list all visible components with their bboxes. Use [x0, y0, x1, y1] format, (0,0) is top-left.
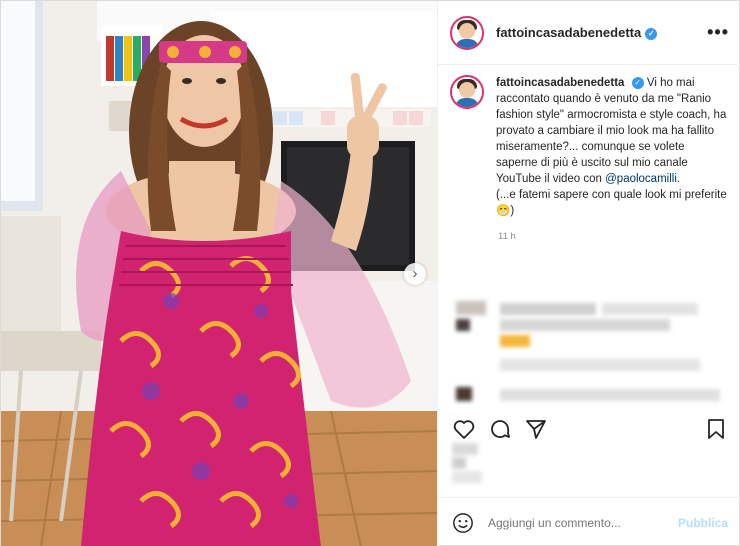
comments-area: fattoincasadabenedetta ✓ Vi ho mai racco… — [438, 75, 740, 401]
caption-question: (...e fatemi sapere con quale look mi pr… — [496, 189, 727, 217]
mention-link[interactable]: @paolocamilli — [605, 173, 677, 185]
caption: fattoincasadabenedetta ✓ Vi ho mai racco… — [450, 75, 728, 219]
blurred-likes — [438, 441, 740, 496]
header-username[interactable]: fattoincasadabenedetta ✓ — [496, 25, 658, 40]
heart-icon[interactable] — [452, 417, 476, 441]
post-image — [1, 1, 437, 546]
post-photo[interactable]: › — [1, 1, 437, 546]
next-photo-button[interactable]: › — [404, 263, 426, 285]
verified-badge-icon: ✓ — [645, 28, 658, 40]
instagram-post: › fattoincasadabenedetta ✓ ••• fattoincas… — [0, 0, 740, 546]
smiley-icon[interactable] — [452, 512, 474, 534]
caption-body-end: . — [676, 173, 681, 185]
bookmark-icon[interactable] — [704, 417, 728, 441]
post-header: fattoincasadabenedetta ✓ ••• — [438, 1, 740, 65]
username-text[interactable]: fattoincasadabenedetta — [496, 25, 641, 40]
caption-username[interactable]: fattoincasadabenedetta — [496, 77, 624, 89]
caption-avatar[interactable] — [450, 75, 484, 109]
more-options-icon[interactable]: ••• — [707, 22, 729, 43]
send-icon[interactable] — [524, 417, 548, 441]
add-comment-bar: Pubblica — [438, 497, 740, 546]
comment-input[interactable] — [488, 515, 678, 530]
caption-verified-icon: ✓ — [631, 77, 644, 89]
caption-body: Vi ho mai raccontato quando è venuto da … — [496, 77, 727, 185]
caption-text: fattoincasadabenedetta ✓ Vi ho mai racco… — [496, 75, 728, 219]
post-panel: fattoincasadabenedetta ✓ ••• fattoincasad… — [437, 1, 740, 546]
comment-icon[interactable] — [488, 417, 512, 441]
post-timestamp[interactable]: 11 h — [498, 231, 728, 242]
avatar[interactable] — [450, 15, 484, 50]
publish-button[interactable]: Pubblica — [678, 516, 728, 530]
